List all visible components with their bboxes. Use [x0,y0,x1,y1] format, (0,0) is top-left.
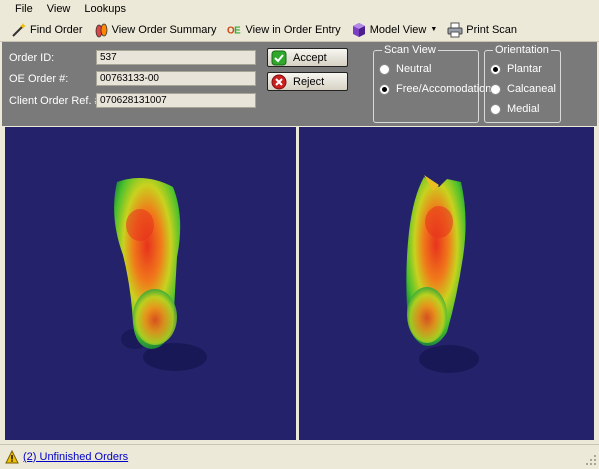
order-id-field[interactable]: 537 [96,50,256,65]
footprint-icon [93,22,109,38]
radio-plantar[interactable]: Plantar [490,63,542,75]
view-in-order-entry-button[interactable]: OE View in Order Entry [222,19,346,40]
scan-view-group: Scan View Neutral Free/Accomodation [373,44,491,123]
view-order-summary-label: View Order Summary [111,23,217,36]
find-order-label: Find Order [30,23,83,36]
radio-plantar-indicator [490,63,501,75]
view-in-order-entry-label: View in Order Entry [245,23,341,36]
scan-view-title: Scan View [382,44,438,56]
radio-medial-label: Medial [507,103,540,115]
radio-free-accomodation-indicator [379,83,390,95]
reject-button[interactable]: Reject [267,72,348,91]
order-info-panel: Order ID: 537 OE Order #: 00763133-00 Cl… [2,42,597,126]
menu-file[interactable]: File [0,0,40,18]
status-bar: (2) Unfinished Orders [0,444,599,468]
order-entry-icon: OE [227,22,243,38]
left-foot-scan-viewport[interactable] [5,127,296,440]
accept-label: Accept [293,51,327,64]
right-foot-scan-viewport[interactable] [299,127,594,440]
reject-x-icon [271,74,287,90]
radio-free-accomodation-label: Free/Accomodation [396,83,492,95]
client-order-ref-field[interactable]: 070628131007 [96,93,256,108]
unfinished-orders-link[interactable]: (2) Unfinished Orders [23,451,128,463]
svg-text:E: E [234,25,241,36]
radio-free-accomodation[interactable]: Free/Accomodation [379,83,491,95]
warning-icon [5,449,19,464]
radio-medial[interactable]: Medial [490,103,539,115]
menu-lookups[interactable]: Lookups [77,0,133,18]
oe-order-field[interactable]: 00763133-00 [96,71,256,86]
reject-label: Reject [293,75,325,88]
orientation-group: Orientation Plantar Calcaneal Medial [484,44,561,123]
model-view-label: Model View [369,23,427,36]
radio-neutral-label: Neutral [396,63,432,75]
print-scan-label: Print Scan [466,23,518,36]
orientation-title: Orientation [493,44,551,56]
model-view-dropdown[interactable]: Model View ▼ [346,19,443,40]
printer-icon [447,22,463,38]
oe-order-label: OE Order #: [9,73,69,85]
radio-neutral[interactable]: Neutral [379,63,431,75]
menu-view[interactable]: View [40,0,78,18]
left-foot-scan-image [114,178,207,371]
cube-icon [351,22,367,38]
right-foot-scan-image [406,175,479,373]
radio-calcaneal-indicator [490,83,501,95]
resize-grip-icon[interactable] [586,455,597,466]
radio-neutral-indicator [379,63,390,75]
find-order-button[interactable]: Find Order [6,19,88,40]
radio-plantar-label: Plantar [507,63,542,75]
toolbar: Find Order View Order Summary OE View in… [0,18,599,42]
print-scan-button[interactable]: Print Scan [442,19,522,40]
client-order-ref-label: Client Order Ref. #: [9,95,104,107]
check-icon [271,50,287,66]
order-id-label: Order ID: [9,52,55,64]
radio-calcaneal[interactable]: Calcaneal [490,83,556,95]
accept-button[interactable]: Accept [267,48,348,67]
radio-medial-indicator [490,103,501,115]
view-order-summary-button[interactable]: View Order Summary [88,19,222,40]
menu-bar: File View Lookups [0,0,599,18]
chevron-down-icon: ▼ [430,26,438,33]
radio-calcaneal-label: Calcaneal [507,83,556,95]
wand-icon [11,22,27,38]
